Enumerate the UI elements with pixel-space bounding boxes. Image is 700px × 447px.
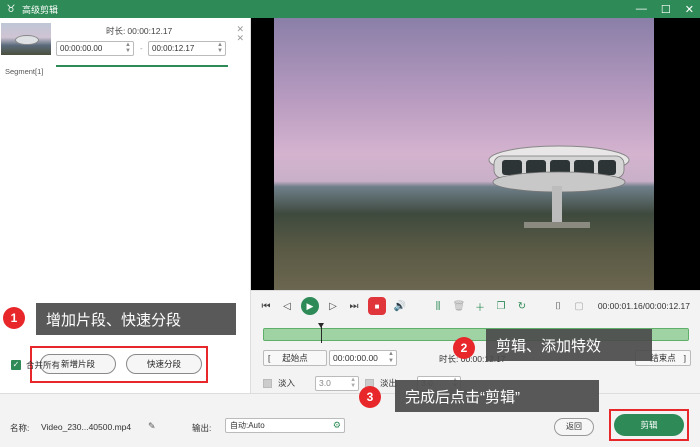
volume-icon[interactable]: 🔊 — [393, 299, 407, 313]
callout-badge-1: 1 — [3, 307, 25, 329]
playback-timecode: 00:00:01.16/00:00:12.17 — [597, 301, 690, 311]
fade-in-value: 3.0 — [319, 377, 331, 388]
split-icon[interactable]: ⫼ — [431, 299, 445, 313]
merge-all-option[interactable]: ✓ 合并所有 — [11, 359, 60, 371]
quick-split-button[interactable]: 快速分段 — [126, 354, 202, 374]
spinner-icon[interactable]: ▲▼ — [350, 377, 356, 389]
maximize-button[interactable]: ☐ — [661, 3, 671, 16]
spinner-icon[interactable]: ▲▼ — [388, 351, 394, 365]
output-format-select[interactable]: 自动:Auto ⚙ — [225, 418, 345, 433]
window-title: 高级剪辑 — [22, 4, 59, 15]
segment-end-value: 00:00:12.17 — [152, 44, 195, 53]
start-time-field[interactable]: 00:00:00.00 ▲ ▼ — [329, 350, 397, 366]
close-button[interactable]: ✕ — [685, 3, 694, 16]
crop-icon[interactable]: ▢ — [572, 299, 586, 313]
segment-remove-icon[interactable]: ✕ ✕ — [236, 25, 244, 43]
output-format-value: 自动:Auto — [230, 421, 265, 430]
play-button[interactable]: ▶ — [301, 297, 319, 315]
segment-label: Segment[1] — [5, 67, 44, 76]
segment-start-value: 00:00:00.00 — [60, 44, 103, 53]
callout-badge-3: 3 — [359, 386, 381, 408]
video-preview — [251, 18, 700, 290]
edit-pencil-icon[interactable]: ✎ — [148, 421, 156, 432]
snapshot-icon[interactable]: ⌷ — [551, 299, 565, 313]
filename-value: Video_230...40500.mp4 — [41, 422, 132, 432]
playback-toolbar: ⏮ ◁ ▶ ▷ ⏭ ■ 🔊 ⫼ 🗑 ＋ ❐ ↻ ⌷ ▢ — [259, 296, 586, 316]
set-start-point-button[interactable]: 起始点 — [263, 350, 327, 366]
reset-icon[interactable]: ↻ — [515, 299, 529, 313]
start-time-value: 00:00:00.00 — [333, 353, 378, 363]
spinner-icon[interactable]: ▲▼ — [125, 42, 131, 54]
callout-badge-2: 2 — [453, 337, 475, 359]
checkbox-checked-icon[interactable]: ✓ — [11, 360, 21, 370]
app-logo-icon: ♉ — [6, 3, 16, 15]
skip-to-start-icon[interactable]: ⏮ — [259, 299, 273, 313]
segment-end-field[interactable]: 00:00:12.17 ▲ ▼ — [148, 41, 226, 56]
gear-icon[interactable]: ⚙ — [333, 419, 341, 432]
back-button[interactable]: 返回 — [554, 418, 594, 436]
clip-button[interactable]: 剪辑 — [614, 414, 684, 436]
delete-icon[interactable]: 🗑 — [452, 299, 466, 313]
playhead-handle[interactable] — [318, 323, 324, 343]
segment-thumbnail[interactable] — [1, 23, 51, 55]
previous-frame-icon[interactable]: ◁ — [280, 299, 294, 313]
range-dash: - — [140, 44, 143, 53]
video-frame — [274, 18, 654, 290]
segment-duration-value: 00:00:12.17 — [127, 26, 173, 36]
stop-button[interactable]: ■ — [368, 297, 386, 315]
end-point-label: 结束点 — [650, 353, 676, 363]
title-bar: ♉ 高级剪辑 — ☐ ✕ — [0, 0, 700, 18]
segment-duration-label: 时长: — [106, 26, 126, 36]
spinner-icon[interactable]: ▲▼ — [217, 42, 223, 54]
add-icon[interactable]: ＋ — [473, 299, 487, 314]
callout-1: 增加片段、快速分段 — [36, 303, 236, 335]
start-point-label: 起始点 — [282, 353, 308, 363]
fade-in-checkbox[interactable] — [263, 378, 272, 388]
next-frame-icon[interactable]: ▷ — [326, 299, 340, 313]
minimize-button[interactable]: — — [636, 3, 647, 15]
segment-progress-bar — [56, 65, 228, 67]
callout-2: 剪辑、添加特效 — [486, 329, 652, 361]
output-label: 输出: — [192, 423, 212, 433]
segment-start-field[interactable]: 00:00:00.00 ▲ ▼ — [56, 41, 134, 56]
futuro-house-image — [488, 145, 630, 228]
skip-to-end-icon[interactable]: ⏭ — [347, 299, 361, 313]
segment-duration: 时长: 00:00:12.17 — [104, 25, 172, 37]
copy-icon[interactable]: ❐ — [494, 299, 508, 313]
fade-in-field[interactable]: 3.0 ▲ ▼ — [315, 375, 360, 391]
fade-in-label: 淡入 — [278, 378, 296, 388]
segment-list-pane: 时长: 00:00:12.17 00:00:00.00 ▲ ▼ - 00:00:12… — [0, 18, 251, 393]
merge-all-label: 合并所有 — [26, 360, 61, 370]
callout-3: 完成后点击“剪辑” — [395, 380, 599, 412]
filename-label: 名称: — [10, 423, 30, 433]
